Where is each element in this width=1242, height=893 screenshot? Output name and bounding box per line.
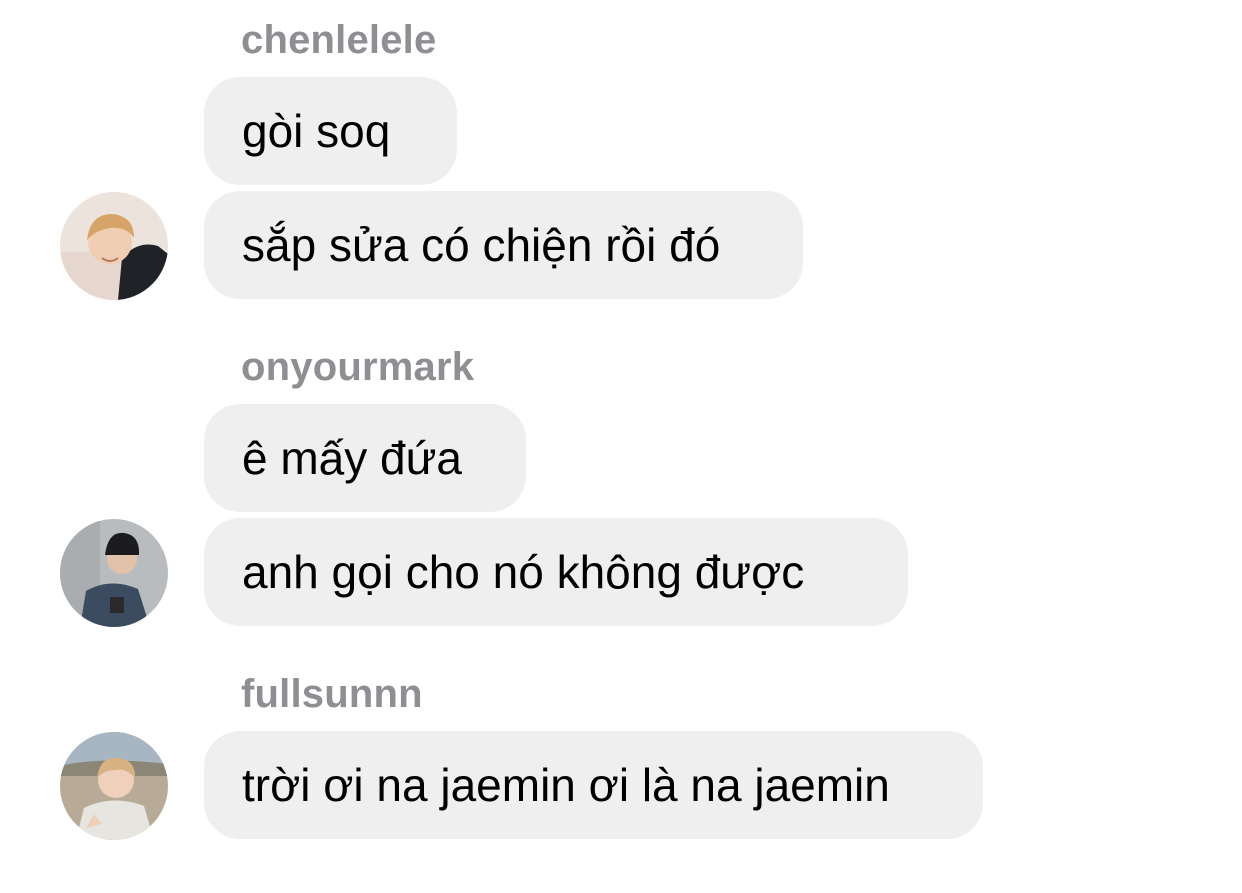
message-text: sắp sửa có chiện rồi đó bbox=[242, 219, 721, 271]
sender-name[interactable]: chenlelele bbox=[241, 16, 436, 64]
message-text: ê mấy đứa bbox=[242, 432, 463, 484]
user-avatar-photo-icon bbox=[60, 732, 168, 840]
sender-name[interactable]: onyourmark bbox=[241, 343, 474, 391]
message-bubble[interactable]: gòi soq bbox=[204, 77, 457, 185]
message-text: anh gọi cho nó không được bbox=[242, 546, 805, 598]
user-avatar-photo-icon bbox=[60, 519, 168, 627]
message-bubble[interactable]: ê mấy đứa bbox=[204, 404, 526, 512]
avatar[interactable] bbox=[60, 192, 168, 300]
message-text: trời ơi na jaemin ơi là na jaemin bbox=[242, 759, 890, 811]
message-text: gòi soq bbox=[242, 105, 391, 157]
user-avatar-photo-icon bbox=[60, 192, 168, 300]
chat-thread: chenlelele gòi soq sắp sửa có chiện rồi … bbox=[0, 0, 1242, 893]
message-bubble[interactable]: anh gọi cho nó không được bbox=[204, 518, 908, 626]
message-bubble[interactable]: sắp sửa có chiện rồi đó bbox=[204, 191, 803, 299]
avatar[interactable] bbox=[60, 519, 168, 627]
avatar[interactable] bbox=[60, 732, 168, 840]
message-bubble[interactable]: trời ơi na jaemin ơi là na jaemin bbox=[204, 731, 983, 839]
sender-name[interactable]: fullsunnn bbox=[241, 670, 423, 718]
